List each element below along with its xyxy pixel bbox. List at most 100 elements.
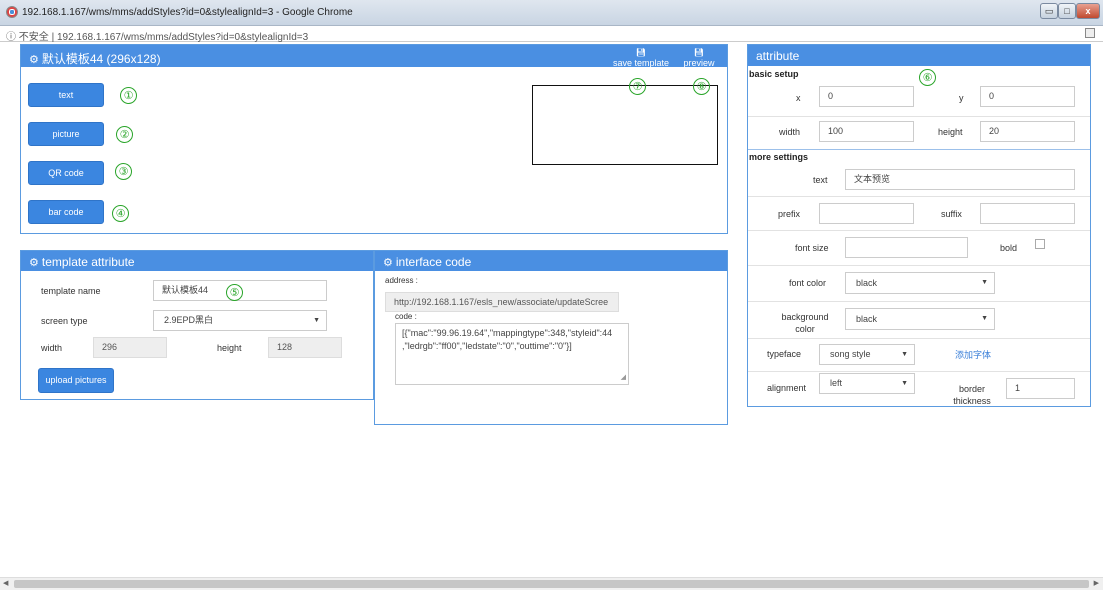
divider [748, 371, 1090, 372]
screen-type-label: screen type [41, 316, 88, 326]
interface-code-title: ⚙ interface code [383, 255, 471, 269]
minimize-button[interactable]: ▭ [1040, 3, 1058, 19]
save-icon: 💾︎ [693, 48, 705, 57]
divider [748, 265, 1090, 266]
address-separator: | [51, 32, 55, 43]
preview-label: preview [683, 58, 715, 68]
alignment-label: alignment [767, 383, 807, 393]
marker-2: ② [116, 126, 133, 143]
horizontal-scrollbar[interactable]: ◀ ▶ [0, 577, 1103, 590]
border-thickness-input[interactable]: 1 [1006, 378, 1075, 399]
divider [748, 338, 1090, 339]
suffix-label: suffix [941, 209, 962, 219]
bold-label: bold [1000, 243, 1018, 253]
chevron-down-icon: ▼ [981, 279, 988, 286]
scroll-left-icon[interactable]: ◀ [3, 579, 8, 587]
scroll-right-icon[interactable]: ▶ [1094, 579, 1099, 587]
editor-title: ⚙ 默认模板44 (296x128) [29, 50, 161, 67]
template-name-label: template name [41, 286, 101, 296]
upload-pictures-button[interactable]: upload pictures [38, 368, 114, 393]
typeface-select[interactable]: song style ▼ [819, 344, 915, 365]
screen-type-value: 2.9EPD黑白 [164, 315, 214, 325]
divider [748, 301, 1090, 302]
marker-6: ⑥ [919, 69, 936, 86]
gears-icon: ⚙ [383, 257, 393, 269]
marker-8: ⑧ [693, 78, 710, 95]
marker-7: ⑦ [629, 78, 646, 95]
width-input[interactable]: 100 [819, 121, 914, 142]
alignment-select[interactable]: left ▼ [819, 373, 915, 394]
typeface-label: typeface [767, 349, 802, 359]
template-attribute-title: ⚙ template attribute [29, 255, 135, 269]
attribute-header: attribute [748, 45, 1090, 66]
border-thickness-label: border thickness [947, 383, 997, 407]
save-icon: 💾︎ [635, 48, 647, 57]
chrome-icon [6, 6, 18, 18]
suffix-input[interactable] [980, 203, 1075, 224]
interface-code-header: ⚙ interface code [375, 251, 727, 271]
gears-icon: ⚙ [29, 54, 39, 66]
alignment-value: left [830, 378, 843, 388]
divider [748, 230, 1090, 231]
chevron-down-icon: ▼ [901, 351, 908, 358]
x-input[interactable]: 0 [819, 86, 914, 107]
preview-button[interactable]: 💾︎ preview [677, 48, 721, 68]
divider [748, 116, 1090, 117]
save-template-button[interactable]: 💾︎ save template [609, 48, 673, 68]
close-button[interactable]: x [1076, 3, 1100, 19]
address-bar[interactable]: ⓘ 不安全 | 192.168.1.167/wms/mms/addStyles?… [0, 26, 1103, 43]
more-settings-heading: more settings [749, 152, 809, 162]
add-picture-button[interactable]: picture [28, 122, 104, 146]
address-info: ⓘ 不安全 | 192.168.1.167/wms/mms/addStyles?… [6, 28, 308, 43]
background-color-select[interactable]: black ▼ [845, 308, 995, 330]
security-label: 不安全 [18, 32, 49, 43]
y-label: y [959, 93, 964, 103]
address-field[interactable]: http://192.168.1.167/esls_new/associate/… [385, 292, 619, 312]
background-color-label-line2: color [795, 324, 815, 334]
screen-type-select[interactable]: 2.9EPD黑白 ▼ [153, 310, 327, 331]
attribute-panel: attribute basic setup ⑥ x 0 y 0 width 10… [747, 44, 1091, 407]
editor-panel: ⚙ 默认模板44 (296x128) 💾︎ save template 💾︎ pr… [20, 44, 728, 234]
scrollbar-thumb[interactable] [14, 580, 1089, 588]
chevron-down-icon: ▼ [981, 315, 988, 322]
translate-icon[interactable] [1085, 28, 1095, 38]
text-label: text [813, 175, 828, 185]
code-line-1: [{"mac":"99.96.19.64","mappingtype":348,… [402, 328, 613, 338]
url-text[interactable]: 192.168.1.167/wms/mms/addStyles?id=0&sty… [57, 32, 308, 43]
marker-4: ④ [112, 205, 129, 222]
code-line-2: ,"ledrgb":"ff00","ledstate":"0","outtime… [402, 341, 572, 351]
template-canvas[interactable] [532, 85, 718, 165]
prefix-input[interactable] [819, 203, 914, 224]
address-label: address : [385, 276, 418, 285]
border-thickness-label-line2: thickness [953, 396, 991, 406]
maximize-button[interactable]: □ [1058, 3, 1076, 19]
add-font-link[interactable]: 添加字体 [955, 348, 991, 361]
browser-titlebar: 192.168.1.167/wms/mms/addStyles?id=0&sty… [0, 0, 1103, 26]
template-attribute-panel: ⚙ template attribute template name 默认模板44… [20, 250, 374, 400]
font-color-value: black [856, 278, 878, 288]
bold-checkbox[interactable] [1035, 239, 1045, 249]
width-label: width [779, 127, 801, 137]
attribute-title: attribute [756, 49, 800, 63]
text-input[interactable]: 文本预览 [845, 169, 1075, 190]
height-label: height [938, 127, 963, 137]
add-text-button[interactable]: text [28, 83, 104, 107]
section-divider [748, 149, 1090, 150]
height-label: height [217, 343, 242, 353]
add-bar-code-button[interactable]: bar code [28, 200, 104, 224]
prefix-label: prefix [778, 209, 801, 219]
divider [748, 196, 1090, 197]
template-height-field: 128 [268, 337, 342, 358]
width-label: width [41, 343, 63, 353]
font-size-input[interactable] [845, 237, 968, 258]
resize-handle-icon[interactable]: ◢ [621, 371, 626, 384]
code-textarea[interactable]: [{"mac":"99.96.19.64","mappingtype":348,… [395, 323, 629, 385]
x-label: x [796, 93, 801, 103]
interface-code-panel: ⚙ interface code address : http://192.168… [374, 250, 728, 425]
y-input[interactable]: 0 [980, 86, 1075, 107]
chevron-down-icon: ▼ [901, 380, 908, 387]
add-qr-code-button[interactable]: QR code [28, 161, 104, 185]
background-color-label-line1: background [781, 312, 829, 322]
height-input[interactable]: 20 [980, 121, 1075, 142]
font-color-select[interactable]: black ▼ [845, 272, 995, 294]
